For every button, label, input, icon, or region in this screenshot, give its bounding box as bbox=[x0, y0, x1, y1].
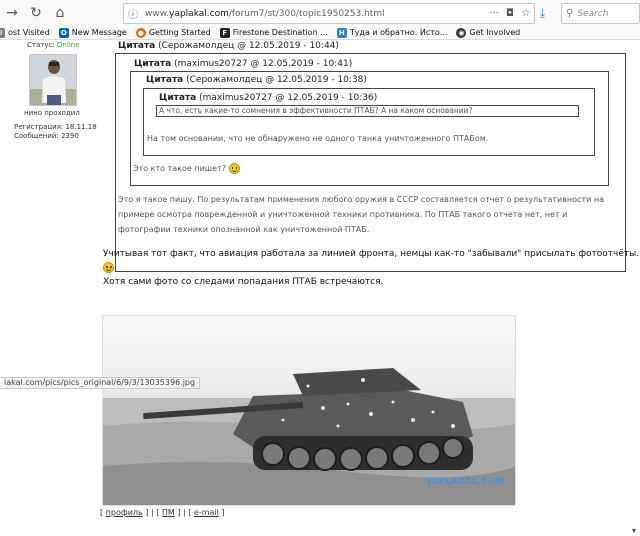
quote-label: Цитата bbox=[146, 75, 184, 85]
bookmark-label: New Message bbox=[71, 28, 127, 37]
posts-count: 2390 bbox=[60, 132, 79, 140]
outlook-icon: O bbox=[58, 27, 69, 38]
bookmark-label: Firestone Destination ... bbox=[232, 28, 328, 37]
post-text-line: Учитывая тот факт, что авиация работала … bbox=[103, 249, 640, 259]
photo-watermark: YAPLAKAL.COM bbox=[425, 477, 504, 487]
reload-button[interactable]: ↻ bbox=[26, 3, 46, 23]
home-button[interactable]: ⌂ bbox=[50, 3, 70, 23]
quote-header: Цитата (Серожамолдец @ 12.05.2019 - 10:4… bbox=[118, 41, 339, 51]
user-info-column: Статус: Online нино проходил Регистрация… bbox=[0, 40, 100, 524]
link-status-tooltip: lakal.com/pics/pics_original/6/9/3/13035… bbox=[0, 377, 201, 389]
page-actions-icon[interactable]: ··· bbox=[486, 8, 502, 19]
url-bar[interactable]: ⓘ www.yaplakal.com/forum7/st/300/topic19… bbox=[123, 3, 535, 24]
bookmark-new-message[interactable]: O New Message bbox=[58, 27, 127, 38]
gear-icon: ⚙ bbox=[0, 27, 5, 38]
quote-text: А что, есть какие-то сомнения в эффектив… bbox=[159, 106, 473, 115]
quote-meta: (maximus20727 @ 12.05.2019 - 10:36) bbox=[199, 93, 378, 103]
pocket-icon[interactable]: ◘ bbox=[502, 8, 518, 19]
status-label: Статус: bbox=[27, 41, 55, 49]
link-bracket: [ bbox=[100, 508, 104, 517]
quote-text: Это кто такое пишет? bbox=[133, 161, 240, 176]
smile-icon bbox=[228, 163, 240, 174]
globe-icon: ◉ bbox=[456, 27, 467, 38]
bookmark-label: Get Involved bbox=[469, 28, 521, 37]
post-body: Учитывая тот факт, что авиация работала … bbox=[103, 247, 640, 289]
bookmarks-toolbar: ⚙ ost Visited O New Message ● Getting St… bbox=[0, 26, 640, 40]
url-text[interactable]: www.yaplakal.com/forum7/st/300/topic1950… bbox=[145, 9, 486, 19]
firestone-icon: F bbox=[219, 27, 230, 38]
post-content: Цитата (Серожамолдец @ 12.05.2019 - 10:4… bbox=[100, 40, 640, 524]
bookmark-firestone[interactable]: F Firestone Destination ... bbox=[219, 27, 328, 38]
registration-date: 18.11.18 bbox=[65, 123, 97, 131]
quote-text: На том основании, что не обнаружено не о… bbox=[147, 134, 489, 143]
post-text-line: Хотя сами фото со следами попадания ПТАБ… bbox=[103, 277, 384, 287]
post-user-links: [ профиль ] | [ ПМ ] | [ e-mail ] bbox=[100, 508, 225, 517]
quote-text-line: Это кто такое пишет? bbox=[133, 164, 226, 173]
bookmark-star-icon[interactable]: ☆ bbox=[518, 8, 534, 19]
user-status: Статус: Online bbox=[27, 41, 80, 49]
bookmark-label: Getting Started bbox=[148, 28, 211, 37]
download-icon[interactable]: ⤓ bbox=[540, 6, 545, 21]
search-placeholder: Search bbox=[577, 8, 609, 19]
posts-label: Сообщений: bbox=[14, 132, 59, 140]
bookmark-most-visited[interactable]: ⚙ ost Visited bbox=[0, 27, 50, 38]
h-icon: H bbox=[336, 27, 347, 38]
search-bar[interactable]: ⚲ Search bbox=[561, 3, 640, 24]
post-photo[interactable]: YAPLAKAL.COM bbox=[102, 315, 516, 506]
quote-header: Цитата (maximus20727 @ 12.05.2019 - 10:4… bbox=[134, 59, 352, 69]
browser-toolbar: → ↻ ⌂ ⓘ www.yaplakal.com/forum7/st/300/t… bbox=[0, 0, 640, 26]
link-separator: ] | [ bbox=[177, 508, 192, 517]
quote-box-level4: А что, есть какие-то сомнения в эффектив… bbox=[156, 105, 579, 117]
status-online-badge: Online bbox=[56, 41, 80, 49]
quote-label: Цитата bbox=[134, 59, 172, 69]
bookmark-label: Туда и обратно. Исто... bbox=[349, 28, 448, 37]
search-icon: ⚲ bbox=[566, 8, 574, 19]
quote-meta: (Серожамолдец @ 12.05.2019 - 10:44) bbox=[158, 41, 339, 51]
smile-icon bbox=[103, 262, 114, 273]
bookmark-tuda-i-obratno[interactable]: H Туда и обратно. Исто... bbox=[336, 27, 448, 38]
quote-meta: (maximus20727 @ 12.05.2019 - 10:41) bbox=[174, 59, 353, 69]
user-registration-info: Регистрация: 18.11.18 Сообщений: 2390 bbox=[14, 123, 97, 141]
scroll-down-arrow-icon[interactable]: ▾ bbox=[632, 526, 640, 536]
quote-text: Это я такое пишу. По результатам примене… bbox=[118, 195, 604, 234]
profile-link[interactable]: профиль bbox=[106, 508, 143, 517]
bookmark-getting-started[interactable]: ● Getting Started bbox=[135, 27, 211, 38]
back-button[interactable]: → bbox=[2, 3, 22, 23]
quote-label: Цитата bbox=[159, 93, 197, 103]
link-separator: ] | [ bbox=[145, 508, 160, 517]
info-icon[interactable]: ⓘ bbox=[124, 6, 142, 21]
username[interactable]: нино проходил bbox=[24, 109, 80, 117]
bookmark-get-involved[interactable]: ◉ Get Involved bbox=[456, 27, 521, 38]
bookmark-label: ost Visited bbox=[8, 28, 50, 37]
quote-header: Цитата (Серожамолдец @ 12.05.2019 - 10:3… bbox=[146, 75, 367, 85]
quote-label: Цитата bbox=[118, 41, 156, 51]
firefox-icon: ● bbox=[135, 27, 146, 38]
email-link[interactable]: e-mail bbox=[194, 508, 219, 517]
forum-page: Статус: Online нино проходил Регистрация… bbox=[0, 40, 640, 535]
avatar[interactable] bbox=[29, 54, 77, 106]
link-bracket: ] bbox=[221, 508, 225, 517]
avatar-image bbox=[30, 55, 76, 105]
registration-label: Регистрация: bbox=[14, 123, 64, 131]
quote-meta: (Серожамолдец @ 12.05.2019 - 10:38) bbox=[186, 75, 367, 85]
tank-photo-image: YAPLAKAL.COM bbox=[103, 316, 515, 505]
quote-header: Цитата (maximus20727 @ 12.05.2019 - 10:3… bbox=[159, 93, 377, 103]
pm-link[interactable]: ПМ bbox=[162, 508, 175, 517]
